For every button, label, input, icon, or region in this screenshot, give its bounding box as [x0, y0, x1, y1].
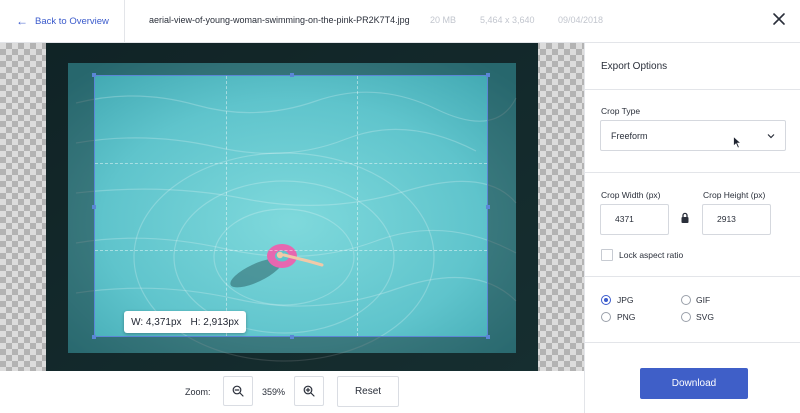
header-divider	[124, 0, 125, 43]
format-label-jpg: JPG	[617, 295, 634, 305]
zoom-in-button[interactable]	[294, 376, 324, 406]
lock-aspect-ratio-checkbox[interactable]	[601, 249, 613, 261]
chevron-down-icon	[767, 134, 775, 139]
crop-shade	[46, 337, 538, 371]
crop-grid-line	[95, 163, 487, 164]
divider	[585, 276, 800, 277]
crop-grid-line	[357, 76, 358, 336]
tooltip-width: W: 4,371px	[131, 316, 182, 328]
format-radio-jpg[interactable]	[601, 295, 611, 305]
export-options-panel: Export Options Crop Type Freeform Crop W…	[584, 43, 800, 413]
crop-shade	[488, 75, 538, 337]
reset-button[interactable]: Reset	[337, 376, 399, 407]
zoom-level: 359%	[261, 387, 286, 397]
format-radio-png[interactable]	[601, 312, 611, 322]
crop-handle-top[interactable]	[290, 73, 294, 77]
crop-handle-bottom-right[interactable]	[486, 335, 490, 339]
crop-width-input[interactable]: 4371	[600, 204, 669, 235]
mouse-cursor-icon	[733, 136, 742, 149]
crop-shade	[46, 75, 94, 337]
zoom-out-icon	[232, 385, 244, 397]
panel-title: Export Options	[601, 61, 668, 72]
crop-selection[interactable]	[92, 73, 490, 339]
top-bar: ← Back to Overview aerial-view-of-young-…	[0, 0, 800, 43]
file-size: 20 MB	[430, 15, 457, 25]
crop-size-tooltip: W: 4,371px H: 2,913px	[124, 311, 246, 333]
image-dimensions: 5,464 x 3,640	[480, 15, 535, 25]
crop-grid-line	[226, 76, 227, 336]
crop-handle-left[interactable]	[92, 205, 96, 209]
file-name: aerial-view-of-young-woman-swimming-on-t…	[149, 15, 410, 25]
tooltip-height: H: 2,913px	[190, 316, 239, 328]
arrow-left-icon: ←	[16, 14, 28, 28]
crop-handle-bottom-left[interactable]	[92, 335, 96, 339]
lock-icon[interactable]	[680, 212, 690, 224]
format-label-png: PNG	[617, 312, 636, 322]
close-icon[interactable]	[770, 10, 788, 28]
divider	[585, 172, 800, 173]
crop-height-label: Crop Height (px)	[703, 190, 766, 200]
format-radio-svg[interactable]	[681, 312, 691, 322]
format-radio-gif[interactable]	[681, 295, 691, 305]
back-to-overview-link[interactable]: ← Back to Overview	[16, 13, 109, 29]
crop-handle-top-right[interactable]	[486, 73, 490, 77]
image-canvas[interactable]: W: 4,371px H: 2,913px	[0, 43, 584, 371]
crop-grid-line	[95, 250, 487, 251]
crop-type-select[interactable]: Freeform	[600, 120, 786, 151]
crop-shade	[46, 43, 538, 75]
crop-width-label: Crop Width (px)	[601, 190, 661, 200]
format-label-gif: GIF	[696, 295, 711, 305]
divider	[585, 89, 800, 90]
crop-handle-right[interactable]	[486, 205, 490, 209]
crop-handle-bottom[interactable]	[290, 335, 294, 339]
lock-aspect-ratio-label: Lock aspect ratio	[619, 250, 684, 260]
zoom-out-button[interactable]	[223, 376, 253, 406]
zoom-label: Zoom:	[185, 387, 211, 397]
zoom-toolbar: Zoom: 359% Reset	[0, 371, 584, 413]
crop-type-value: Freeform	[611, 131, 648, 141]
back-link-label: Back to Overview	[35, 15, 109, 27]
zoom-in-icon	[303, 385, 315, 397]
crop-height-input[interactable]: 2913	[702, 204, 771, 235]
crop-handle-top-left[interactable]	[92, 73, 96, 77]
file-date: 09/04/2018	[558, 15, 604, 25]
crop-type-label: Crop Type	[601, 106, 641, 116]
divider	[585, 342, 800, 343]
format-label-svg: SVG	[696, 312, 714, 322]
download-button[interactable]: Download	[640, 368, 748, 399]
